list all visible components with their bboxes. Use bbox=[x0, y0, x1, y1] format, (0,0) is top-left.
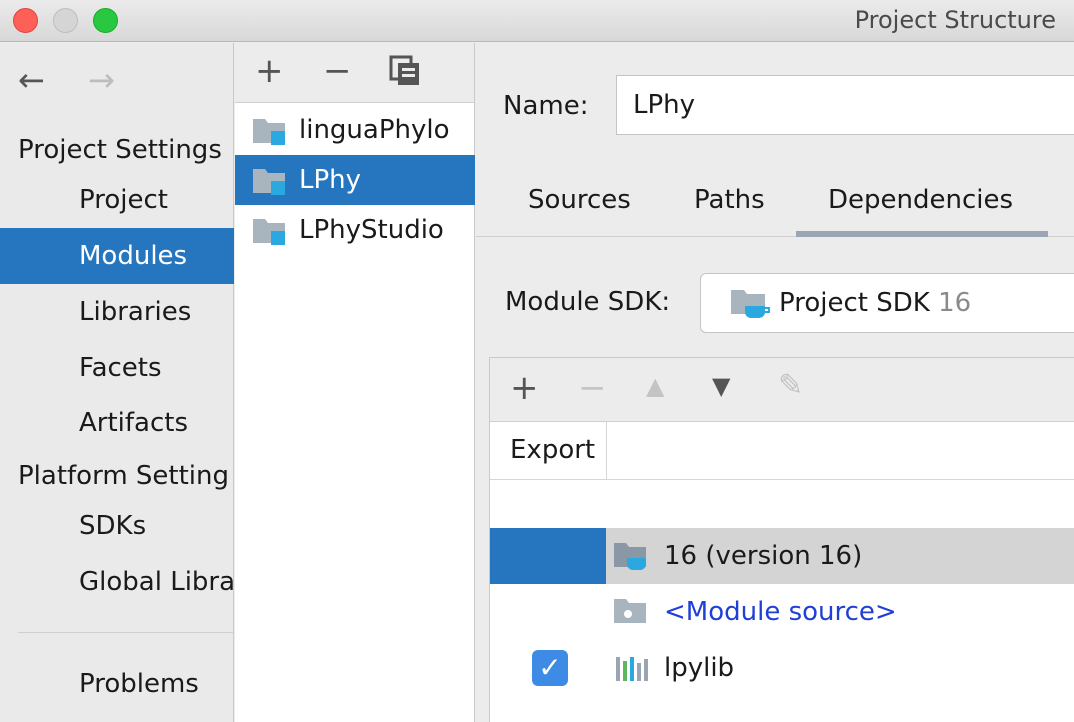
platform-settings-heading: Platform Setting bbox=[18, 461, 230, 491]
module-detail-panel: Name: LPhy Sources Paths Dependencies Mo… bbox=[476, 43, 1074, 722]
project-settings-heading: Project Settings bbox=[18, 135, 222, 165]
sidebar-item-global-libraries[interactable]: Global Libra bbox=[0, 554, 234, 610]
module-item-lphystudio[interactable]: LPhyStudio bbox=[235, 205, 475, 255]
dependency-label: <Module source> bbox=[664, 597, 897, 627]
sdk-version: 16 bbox=[938, 288, 972, 318]
dependency-cell: <Module source> bbox=[606, 584, 1074, 640]
module-label: LPhy bbox=[299, 165, 362, 195]
sidebar-item-modules[interactable]: Modules bbox=[0, 228, 234, 284]
table-row[interactable]: 16 (version 16) bbox=[490, 528, 1074, 584]
tab-sources[interactable]: Sources bbox=[528, 185, 631, 215]
sidebar-item-sdks[interactable]: SDKs bbox=[0, 498, 234, 554]
dependency-label: lpylib bbox=[664, 653, 735, 683]
module-label: LPhyStudio bbox=[299, 215, 444, 245]
sidebar-item-artifacts[interactable]: Artifacts bbox=[0, 395, 234, 451]
forward-arrow-icon[interactable]: → bbox=[88, 61, 115, 99]
back-arrow-icon[interactable]: ← bbox=[18, 61, 45, 99]
sidebar-item-facets[interactable]: Facets bbox=[0, 340, 234, 396]
edit-dependency-icon[interactable]: ✎ bbox=[778, 368, 803, 403]
maximize-window-button[interactable] bbox=[93, 8, 118, 33]
dependencies-toolbar: + − ▲ ▼ ✎ bbox=[490, 358, 1074, 422]
source-folder-icon bbox=[614, 599, 646, 623]
remove-dependency-icon[interactable]: − bbox=[578, 368, 607, 408]
sidebar-item-libraries[interactable]: Libraries bbox=[0, 284, 234, 340]
minimize-window-button[interactable] bbox=[53, 8, 78, 33]
module-folder-icon bbox=[253, 169, 285, 195]
dependencies-table: + − ▲ ▼ ✎ Export 16 (version 16) <Module… bbox=[489, 357, 1074, 722]
close-window-button[interactable] bbox=[13, 8, 38, 33]
move-down-icon[interactable]: ▼ bbox=[712, 372, 730, 400]
move-up-icon[interactable]: ▲ bbox=[646, 372, 664, 400]
add-module-icon[interactable]: + bbox=[255, 51, 284, 91]
add-dependency-icon[interactable]: + bbox=[510, 368, 539, 408]
column-separator bbox=[606, 422, 607, 480]
module-folder-icon bbox=[253, 219, 285, 245]
copy-module-icon[interactable] bbox=[389, 55, 421, 96]
export-cell bbox=[490, 584, 606, 640]
module-name-field[interactable]: LPhy bbox=[616, 75, 1074, 135]
module-item-lphy[interactable]: LPhy bbox=[235, 155, 475, 205]
sdk-folder-icon bbox=[614, 543, 646, 570]
module-item-linguaphylo[interactable]: linguaPhylo bbox=[235, 105, 475, 155]
title-bar: Project Structure bbox=[0, 0, 1074, 42]
dependencies-header: Export bbox=[490, 422, 1074, 480]
module-label: linguaPhylo bbox=[299, 115, 450, 145]
remove-module-icon[interactable]: − bbox=[323, 51, 352, 91]
tab-dependencies[interactable]: Dependencies bbox=[828, 185, 1013, 215]
dependency-cell: lpylib bbox=[606, 640, 1074, 696]
dependency-label: 16 (version 16) bbox=[664, 541, 863, 571]
sidebar-item-project[interactable]: Project bbox=[0, 172, 234, 228]
export-cell: ✓ bbox=[490, 640, 606, 696]
module-sdk-label: Module SDK: bbox=[505, 287, 671, 317]
export-checkbox[interactable]: ✓ bbox=[532, 650, 568, 686]
sdk-folder-icon bbox=[731, 290, 770, 318]
tab-paths[interactable]: Paths bbox=[694, 185, 765, 215]
window-title: Project Structure bbox=[854, 6, 1056, 34]
export-column-header[interactable]: Export bbox=[510, 435, 595, 465]
module-sdk-select[interactable]: Project SDK 16 bbox=[700, 273, 1074, 333]
name-label: Name: bbox=[503, 91, 589, 121]
export-cell bbox=[490, 528, 606, 584]
sidebar-divider bbox=[18, 632, 234, 633]
table-row[interactable]: <Module source> bbox=[490, 584, 1074, 640]
module-folder-icon bbox=[253, 119, 285, 145]
module-toolbar: + − bbox=[235, 43, 474, 103]
module-list-panel: + − linguaPhylo LPhy LPhyStudio bbox=[235, 43, 475, 722]
sidebar-item-problems[interactable]: Problems bbox=[0, 656, 234, 712]
settings-sidebar: ← → Project Settings Project Modules Lib… bbox=[0, 43, 234, 722]
active-tab-indicator bbox=[796, 231, 1048, 237]
table-row[interactable]: ✓ lpylib bbox=[490, 640, 1074, 696]
dependency-cell: 16 (version 16) bbox=[606, 528, 1074, 584]
library-icon bbox=[616, 657, 648, 681]
sdk-value: Project SDK bbox=[779, 288, 930, 318]
